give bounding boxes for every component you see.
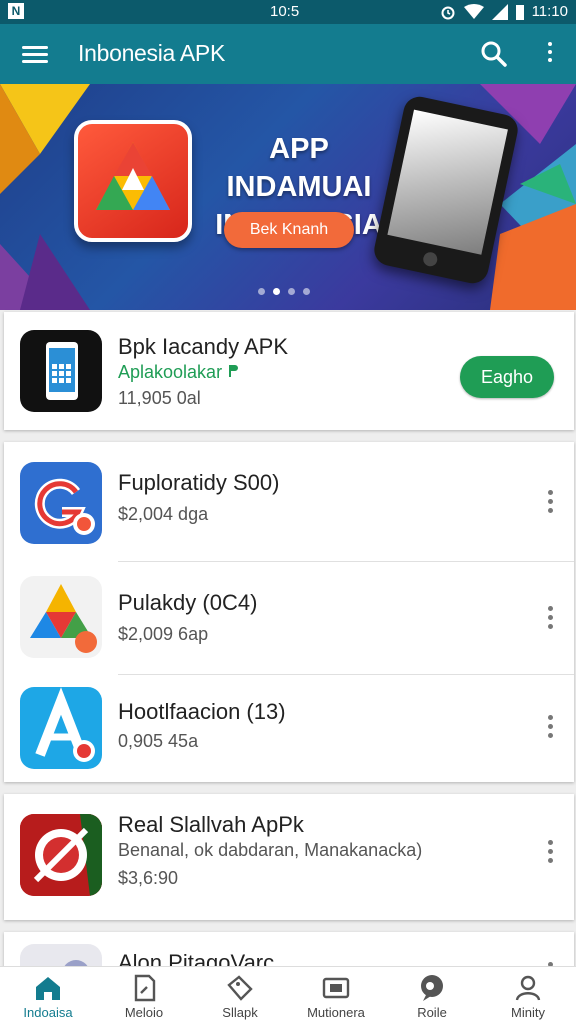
list-app-icon bbox=[20, 576, 102, 658]
featured-app-icon bbox=[20, 330, 102, 412]
list-app-name: Fuploratidy S00) bbox=[118, 470, 280, 495]
menu-icon[interactable] bbox=[22, 42, 48, 66]
carousel-dot[interactable] bbox=[288, 288, 295, 295]
notification-icon: N bbox=[8, 3, 24, 19]
status-time: 10:5 bbox=[270, 3, 300, 20]
nav-item-5[interactable]: Roile bbox=[384, 973, 480, 1020]
status-bar: N 10:5 11:10 bbox=[0, 0, 576, 24]
list-app-meta: 0,905 45a bbox=[118, 731, 199, 751]
chat-icon bbox=[421, 975, 443, 1001]
person-icon bbox=[515, 975, 541, 1001]
alarm-icon bbox=[441, 6, 455, 19]
nav-label: Sllapk bbox=[222, 1005, 258, 1020]
tag-icon bbox=[227, 975, 253, 1001]
app-card-name: Real Slallvah ApPk bbox=[118, 812, 304, 837]
featured-app-developer: Aplakoolakar bbox=[118, 362, 239, 383]
carousel-indicator bbox=[258, 288, 310, 295]
carousel-dot-active[interactable] bbox=[273, 288, 280, 295]
app-card[interactable]: Real Slallvah ApPk Benanal, ok dabdaran,… bbox=[4, 794, 574, 920]
nav-item-2[interactable]: Meloio bbox=[96, 973, 192, 1020]
more-vert-icon[interactable] bbox=[547, 715, 553, 739]
app-card-icon bbox=[20, 814, 102, 896]
carousel-dot[interactable] bbox=[258, 288, 265, 295]
more-vert-icon[interactable] bbox=[547, 606, 553, 630]
nav-item-3[interactable]: Sllapk bbox=[192, 973, 288, 1020]
document-icon bbox=[134, 974, 156, 1002]
nav-item-home[interactable]: Indoaisa bbox=[0, 973, 96, 1020]
nav-item-4[interactable]: Mutionera bbox=[288, 973, 384, 1020]
more-vert-icon[interactable] bbox=[547, 840, 553, 864]
app-bar: Inbonesia APK bbox=[0, 24, 576, 84]
list-app-name: Pulakdy (0C4) bbox=[118, 590, 258, 615]
home-icon bbox=[36, 977, 60, 1000]
featured-app-card[interactable]: Bpk Iacandy APK Aplakoolakar 11,905 0al … bbox=[4, 312, 574, 430]
app-title: Inbonesia APK bbox=[78, 40, 225, 66]
nav-label: Meloio bbox=[124, 1005, 164, 1020]
banner-cta-button[interactable]: Bek Knanh bbox=[224, 212, 354, 248]
more-vert-icon[interactable] bbox=[546, 42, 554, 68]
list-item[interactable]: Fuploratidy S00) $2,004 dga bbox=[4, 442, 574, 560]
verified-icon bbox=[229, 365, 239, 377]
app-list-card: Fuploratidy S00) $2,004 dga Pulakdy (0C4… bbox=[4, 442, 574, 782]
nav-label: Roile bbox=[417, 1005, 447, 1020]
list-app-icon bbox=[20, 687, 102, 769]
promo-banner[interactable]: APP INDAMUAI INDIANESIA Bek Knanh bbox=[0, 84, 576, 310]
wifi-icon bbox=[463, 3, 484, 19]
list-app-icon bbox=[20, 462, 102, 544]
install-button[interactable]: Eagho bbox=[460, 356, 554, 398]
carousel-dot[interactable] bbox=[303, 288, 310, 295]
bottom-navigation: Indoaisa Meloio Sllapk Mutionera Roile M… bbox=[0, 966, 576, 1025]
signal-icon bbox=[491, 3, 508, 20]
list-item[interactable]: Pulakdy (0C4) $2,009 6ap bbox=[4, 562, 574, 674]
status-icons: 11:10 bbox=[440, 3, 568, 20]
app-card-description: Benanal, ok dabdaran, Manakanacka) bbox=[118, 840, 423, 860]
banner-app-icon bbox=[74, 120, 192, 242]
list-app-meta: $2,004 dga bbox=[118, 504, 209, 524]
film-icon bbox=[322, 977, 350, 999]
list-item[interactable]: Hootlfaacion (13) 0,905 45a bbox=[4, 675, 574, 782]
nav-label: Mutionera bbox=[307, 1005, 365, 1020]
nav-item-6[interactable]: Minity bbox=[480, 973, 576, 1020]
list-app-name: Hootlfaacion (13) bbox=[118, 699, 286, 724]
app-card-price: $3,6:90 bbox=[118, 868, 179, 888]
nav-label: Indoaisa bbox=[23, 1005, 73, 1020]
featured-app-name: Bpk Iacandy APK bbox=[118, 334, 288, 359]
featured-app-meta: 11,905 0al bbox=[118, 388, 201, 408]
status-clock: 11:10 bbox=[531, 3, 568, 20]
search-icon[interactable] bbox=[480, 40, 508, 68]
battery-icon bbox=[515, 4, 524, 20]
list-app-meta: $2,009 6ap bbox=[118, 624, 209, 644]
more-vert-icon[interactable] bbox=[547, 490, 553, 514]
nav-label: Minity bbox=[511, 1005, 545, 1020]
